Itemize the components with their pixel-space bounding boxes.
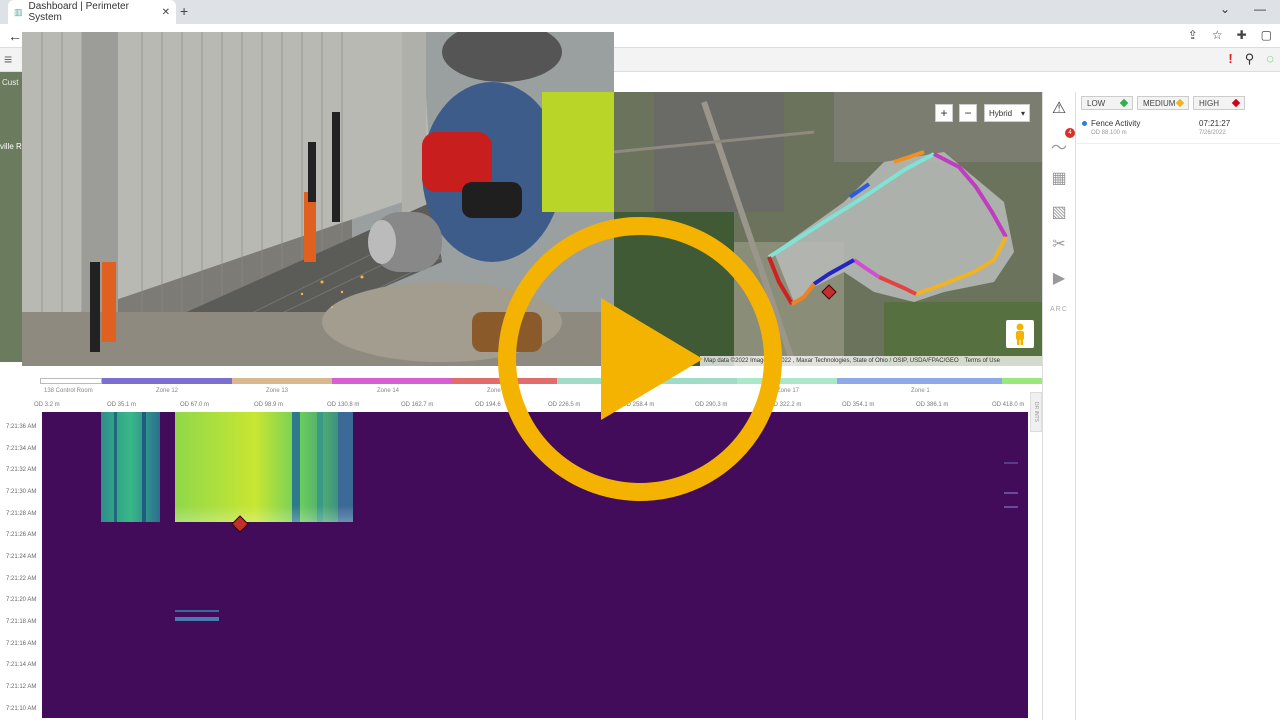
distance-label: OD 386.1 m [916, 402, 949, 408]
time-label: 7:21:26 AM [6, 532, 37, 538]
left-strip-label: Cust [2, 78, 19, 87]
browser-tab-bar: ▥ Dashboard | Perimeter System ✕ + ⌄ — [0, 0, 1280, 24]
bookmark-star-icon[interactable]: ☆ [1212, 28, 1223, 42]
browser-tab[interactable]: ▥ Dashboard | Perimeter System ✕ [8, 0, 176, 24]
severity-filter-low[interactable]: LOW [1081, 96, 1133, 110]
alert-time: 07:21:27 [1199, 119, 1231, 128]
zoom-out-button[interactable]: − [959, 104, 977, 122]
minimize-button[interactable]: — [1254, 2, 1266, 16]
share-icon[interactable]: ⇪ [1188, 28, 1198, 42]
back-arrow-icon[interactable]: ← [8, 28, 22, 44]
zoom-in-button[interactable]: + [935, 104, 953, 122]
notification-badge: 4 [1065, 128, 1075, 138]
distance-label: OD 3.2 m [34, 402, 60, 408]
alerts-warning-icon[interactable]: ⚠ [1048, 98, 1070, 118]
time-label: 7:21:16 AM [6, 641, 37, 647]
sidepanel-icon[interactable]: ▢ [1261, 28, 1272, 42]
zone-segment[interactable] [1002, 378, 1042, 384]
zone-segment[interactable] [332, 378, 452, 384]
fence-icon[interactable]: ▦ [1048, 168, 1070, 188]
zone-label: 138 Control Room [44, 388, 93, 394]
fence-edit-icon[interactable]: ▧ [1048, 202, 1070, 222]
play-button-icon[interactable] [497, 216, 783, 502]
severity-label: LOW [1087, 98, 1106, 108]
zone-segment[interactable] [40, 378, 102, 384]
severity-label: HIGH [1199, 98, 1219, 108]
alerts-panel [1077, 92, 1280, 720]
header-icons: ! ⚲ ◌ [1228, 51, 1274, 67]
high-diamond-icon [1231, 98, 1241, 108]
alert-date: 7/26/2022 [1199, 130, 1226, 136]
time-label: 7:21:36 AM [6, 424, 37, 430]
tab-title: Dashboard | Perimeter System [28, 1, 129, 23]
zone-segment[interactable] [102, 378, 232, 384]
time-label: 7:21:18 AM [6, 619, 37, 625]
menu-hamburger-icon[interactable]: ≡ [4, 51, 12, 67]
zone-label: Zone 1 [911, 388, 930, 394]
alert-status-dot [1082, 121, 1087, 126]
time-label: 7:21:24 AM [6, 554, 37, 560]
distance-label: OD 35.1 m [107, 402, 137, 408]
medium-diamond-icon [1175, 98, 1185, 108]
time-label: 7:21:32 AM [6, 467, 37, 473]
distance-label: OD 67.0 m [180, 402, 210, 408]
extensions-puzzle-icon[interactable]: ✚ [1237, 28, 1247, 42]
severity-filter-high[interactable]: HIGH [1193, 96, 1245, 110]
activity-pulse-icon[interactable]: 〜 [1048, 134, 1070, 158]
map-left-strip: Cust ville R [0, 72, 22, 362]
time-label: 7:21:22 AM [6, 576, 37, 582]
tools-icon[interactable]: ✂ [1048, 234, 1070, 254]
zone-segment[interactable] [837, 378, 1002, 384]
left-strip-label-2: ville R [0, 142, 22, 151]
new-tab-button[interactable]: + [180, 3, 188, 19]
time-label: 7:21:34 AM [6, 446, 37, 452]
rail-text-label: ARC [1050, 306, 1068, 313]
zone-label: Zone 14 [377, 388, 400, 394]
map-type-value: Hybrid [989, 108, 1013, 118]
map-type-select[interactable]: Hybrid ▾ [984, 104, 1030, 122]
distance-label: OD 98.9 m [254, 402, 284, 408]
time-label: 7:21:14 AM [6, 662, 37, 668]
time-label: 7:21:10 AM [6, 706, 37, 712]
time-label: 7:21:20 AM [6, 597, 37, 603]
distance-label: OD 162.7 m [401, 402, 434, 408]
side-tab[interactable]: DR INTS [1030, 392, 1042, 432]
alert-exclamation-icon[interactable]: ! [1228, 51, 1232, 67]
zone-segment[interactable] [232, 378, 332, 384]
address-bar-icons: ⇪ ☆ ✚ ▢ [1188, 28, 1272, 42]
alert-title: Fence Activity [1091, 119, 1141, 128]
close-tab-icon[interactable]: ✕ [162, 7, 170, 18]
playback-file-icon[interactable]: ▶ [1048, 268, 1070, 288]
search-icon[interactable]: ⚲ [1245, 51, 1255, 67]
zone-label: Zone 12 [156, 388, 179, 394]
terms-of-use-link[interactable]: Terms of Use [965, 358, 1000, 364]
low-diamond-icon [1119, 98, 1129, 108]
refresh-icon[interactable]: ◌ [1266, 51, 1274, 67]
time-label: 7:21:28 AM [6, 511, 37, 517]
severity-label: MEDIUM [1143, 98, 1176, 108]
distance-label: OD 130.8 m [327, 402, 360, 408]
chevron-down-icon: ▾ [1020, 108, 1025, 118]
time-label: 7:21:30 AM [6, 489, 37, 495]
distance-label: OD 418.0 m [992, 402, 1025, 408]
street-view-pegman-icon[interactable] [1006, 320, 1034, 348]
time-label: 7:21:12 AM [6, 684, 37, 690]
distance-label: OD 354.1 m [842, 402, 875, 408]
favicon-icon: ▥ [14, 6, 23, 17]
alert-location: OD 88.100 m [1091, 130, 1127, 136]
zone-label: Zone 13 [266, 388, 289, 394]
severity-filter-medium[interactable]: MEDIUM [1137, 96, 1189, 110]
tab-search-chevron-icon[interactable]: ⌄ [1220, 2, 1230, 16]
